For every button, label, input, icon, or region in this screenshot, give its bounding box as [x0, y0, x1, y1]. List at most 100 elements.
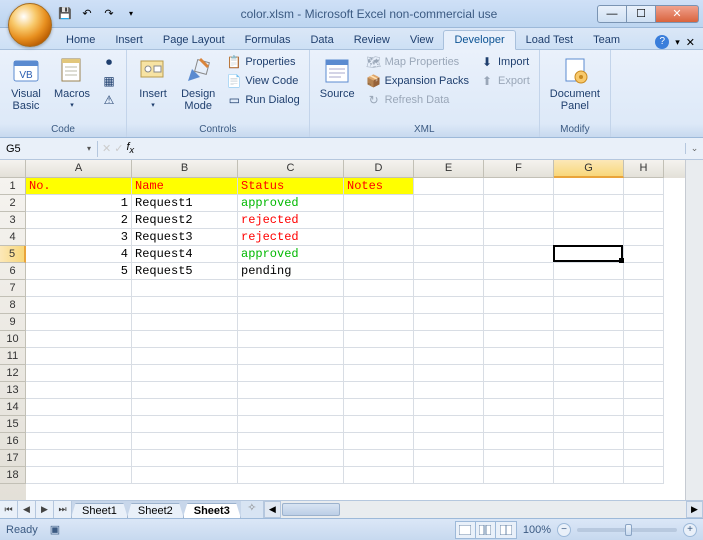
design-mode-button[interactable]: Design Mode [177, 53, 219, 114]
cell-C16[interactable] [238, 433, 344, 450]
cell-G9[interactable] [554, 314, 624, 331]
cell-G8[interactable] [554, 297, 624, 314]
row-header-3[interactable]: 3 [0, 212, 26, 229]
cell-G18[interactable] [554, 467, 624, 484]
cell-B8[interactable] [132, 297, 238, 314]
cell-A2[interactable]: 1 [26, 195, 132, 212]
cell-F4[interactable] [484, 229, 554, 246]
page-layout-view-button[interactable] [476, 522, 496, 538]
page-break-view-button[interactable] [496, 522, 516, 538]
tab-data[interactable]: Data [300, 31, 343, 49]
cell-B3[interactable]: Request2 [132, 212, 238, 229]
cell-A16[interactable] [26, 433, 132, 450]
row-header-5[interactable]: 5 [0, 246, 26, 263]
cell-F2[interactable] [484, 195, 554, 212]
row-header-16[interactable]: 16 [0, 433, 26, 450]
zoom-level[interactable]: 100% [523, 524, 551, 536]
cell-G15[interactable] [554, 416, 624, 433]
cell-C8[interactable] [238, 297, 344, 314]
cell-F7[interactable] [484, 280, 554, 297]
tab-view[interactable]: View [400, 31, 444, 49]
cell-A4[interactable]: 3 [26, 229, 132, 246]
cell-H10[interactable] [624, 331, 664, 348]
cell-H15[interactable] [624, 416, 664, 433]
normal-view-button[interactable] [456, 522, 476, 538]
cell-B10[interactable] [132, 331, 238, 348]
cell-H6[interactable] [624, 263, 664, 280]
column-header-C[interactable]: C [238, 160, 344, 178]
sheet-tab-sheet1[interactable]: Sheet1 [71, 503, 128, 518]
cell-B9[interactable] [132, 314, 238, 331]
cell-A15[interactable] [26, 416, 132, 433]
cell-H14[interactable] [624, 399, 664, 416]
sheet-tab-sheet3[interactable]: Sheet3 [183, 503, 241, 518]
visual-basic-button[interactable]: VB Visual Basic [6, 53, 46, 114]
cell-D11[interactable] [344, 348, 414, 365]
cell-B1[interactable]: Name [132, 178, 238, 195]
cell-B5[interactable]: Request4 [132, 246, 238, 263]
tab-review[interactable]: Review [344, 31, 400, 49]
tab-formulas[interactable]: Formulas [235, 31, 301, 49]
cell-E15[interactable] [414, 416, 484, 433]
cell-C10[interactable] [238, 331, 344, 348]
cell-C4[interactable]: rejected [238, 229, 344, 246]
cell-F16[interactable] [484, 433, 554, 450]
zoom-slider[interactable] [577, 528, 677, 532]
help-button[interactable]: ? [655, 35, 669, 49]
cell-B13[interactable] [132, 382, 238, 399]
cell-E10[interactable] [414, 331, 484, 348]
cell-F1[interactable] [484, 178, 554, 195]
sheet-first-button[interactable]: ⏮ [0, 501, 18, 518]
cell-F5[interactable] [484, 246, 554, 263]
cell-G10[interactable] [554, 331, 624, 348]
cell-E9[interactable] [414, 314, 484, 331]
cell-C17[interactable] [238, 450, 344, 467]
cell-E11[interactable] [414, 348, 484, 365]
cell-D14[interactable] [344, 399, 414, 416]
cell-E14[interactable] [414, 399, 484, 416]
cell-D5[interactable] [344, 246, 414, 263]
row-header-1[interactable]: 1 [0, 178, 26, 195]
workbook-close[interactable]: ✕ [686, 36, 695, 49]
cell-A10[interactable] [26, 331, 132, 348]
cell-H11[interactable] [624, 348, 664, 365]
cell-D4[interactable] [344, 229, 414, 246]
row-header-9[interactable]: 9 [0, 314, 26, 331]
cell-D2[interactable] [344, 195, 414, 212]
tab-insert[interactable]: Insert [105, 31, 153, 49]
cell-D7[interactable] [344, 280, 414, 297]
select-all-corner[interactable] [0, 160, 26, 178]
document-panel-button[interactable]: Document Panel [546, 53, 604, 114]
cell-A3[interactable]: 2 [26, 212, 132, 229]
hscroll-right[interactable]: ▶ [686, 501, 703, 518]
cell-E8[interactable] [414, 297, 484, 314]
cell-E5[interactable] [414, 246, 484, 263]
cell-H13[interactable] [624, 382, 664, 399]
cell-G11[interactable] [554, 348, 624, 365]
cell-G14[interactable] [554, 399, 624, 416]
cell-B12[interactable] [132, 365, 238, 382]
cell-D9[interactable] [344, 314, 414, 331]
sheet-tab-sheet2[interactable]: Sheet2 [127, 503, 184, 518]
cell-C1[interactable]: Status [238, 178, 344, 195]
cell-B4[interactable]: Request3 [132, 229, 238, 246]
row-header-13[interactable]: 13 [0, 382, 26, 399]
cell-E1[interactable] [414, 178, 484, 195]
cell-B6[interactable]: Request5 [132, 263, 238, 280]
cell-A14[interactable] [26, 399, 132, 416]
save-button[interactable]: 💾 [56, 5, 74, 23]
horizontal-scrollbar[interactable]: ◀ ▶ [263, 501, 703, 518]
row-header-2[interactable]: 2 [0, 195, 26, 212]
cell-C7[interactable] [238, 280, 344, 297]
cell-H18[interactable] [624, 467, 664, 484]
cell-D12[interactable] [344, 365, 414, 382]
cell-C5[interactable]: approved [238, 246, 344, 263]
cell-C6[interactable]: pending [238, 263, 344, 280]
row-header-4[interactable]: 4 [0, 229, 26, 246]
row-header-11[interactable]: 11 [0, 348, 26, 365]
cell-A12[interactable] [26, 365, 132, 382]
cell-G17[interactable] [554, 450, 624, 467]
close-button[interactable]: ✕ [655, 5, 699, 23]
undo-button[interactable]: ↶ [78, 5, 96, 23]
cell-B15[interactable] [132, 416, 238, 433]
